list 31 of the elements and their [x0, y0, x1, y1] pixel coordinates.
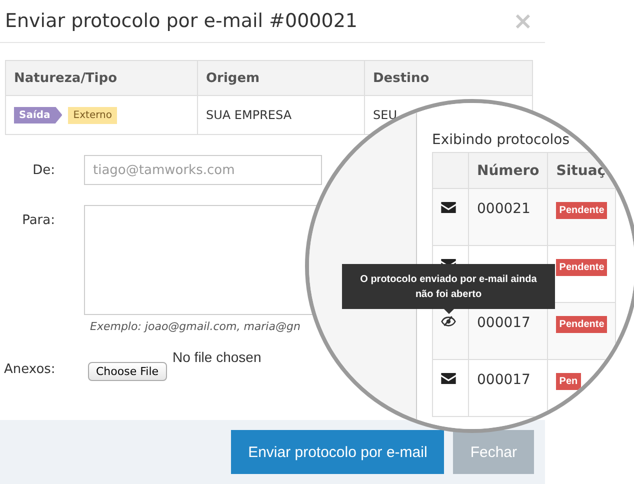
column-header: Situaç	[548, 152, 616, 188]
tag-label: Saída	[14, 106, 62, 124]
status-badge: Pendente	[556, 259, 608, 276]
file-status: No file chosen	[172, 349, 262, 365]
close-button[interactable]: Fechar	[453, 430, 534, 474]
column-header: Destino	[364, 60, 532, 96]
field-label: Para:	[21, 212, 55, 228]
column-header: Origem	[198, 60, 364, 96]
envelope-icon	[441, 373, 456, 384]
column-header: Número	[468, 152, 548, 188]
tooltip-text: O protocolo enviado por e-mail ainda não foi aberto	[359, 272, 538, 302]
envelope-icon	[441, 202, 456, 213]
choose-file-button[interactable]: Choose File	[88, 362, 167, 381]
column-header: Natureza/Tipo	[6, 60, 198, 96]
table-cell: 000021	[477, 201, 530, 217]
caption-text: Exibindo protocolos	[432, 132, 571, 148]
tag-label: Externo	[68, 106, 117, 124]
table-cell: 000017	[477, 372, 530, 388]
email-field[interactable]: tiago@tamworks.com	[84, 155, 322, 185]
table-cell: SEU	[373, 108, 397, 122]
status-badge: Pendente	[556, 316, 608, 333]
field-label: De:	[32, 162, 55, 178]
send-button[interactable]: Enviar protocolo por e-mail	[231, 430, 444, 474]
eye-slash-icon	[441, 316, 456, 327]
table-cell: 000017	[477, 315, 530, 331]
status-badge: Pen	[556, 373, 581, 390]
field-label: Anexos:	[3, 362, 56, 376]
status-badge: Pendente	[556, 202, 608, 219]
hint-text: Exemplo: joao@gmail.com, maria@gn	[90, 320, 302, 333]
table-cell: SUA EMPRESA	[206, 108, 292, 122]
dialog-title: Enviar protocolo por e-mail #000021	[5, 10, 358, 32]
